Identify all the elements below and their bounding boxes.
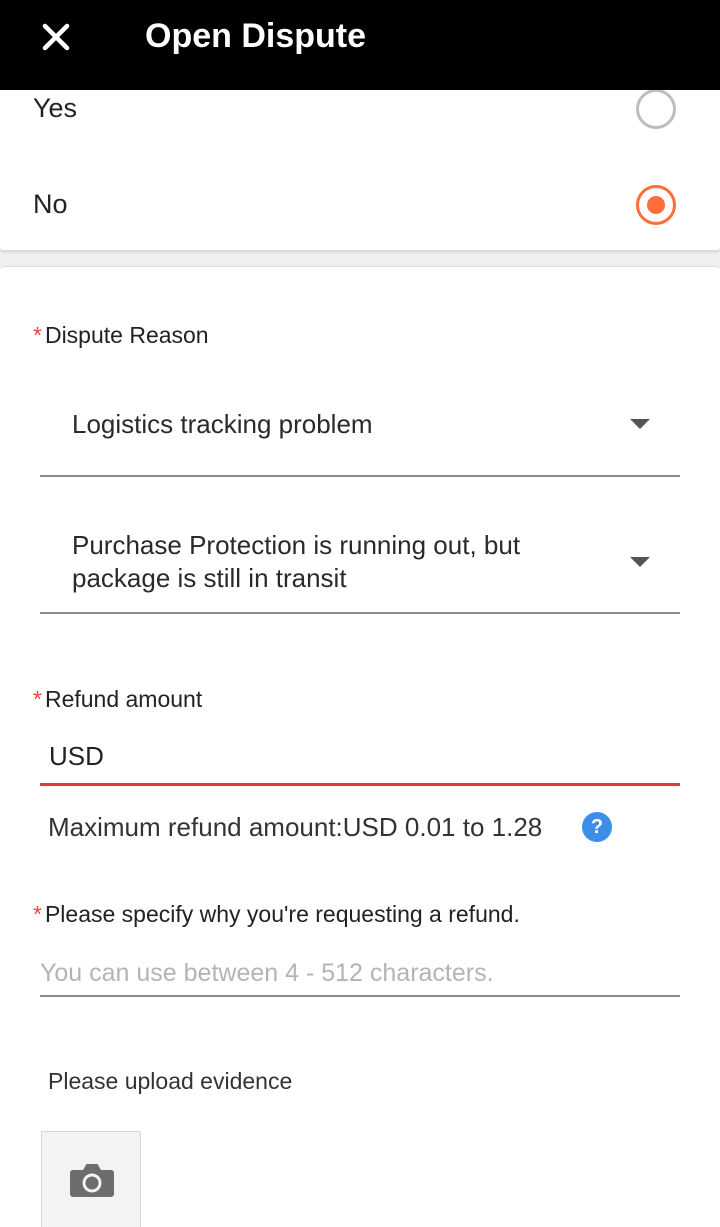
option-no[interactable]: No [0, 174, 720, 234]
upload-evidence-button[interactable] [41, 1131, 141, 1227]
refund-reason-placeholder: You can use between 4 - 512 characters. [40, 959, 494, 987]
radio-yes[interactable] [636, 89, 676, 129]
close-icon [42, 23, 70, 51]
help-icon[interactable]: ? [582, 812, 612, 842]
currency-prefix: USD [49, 741, 104, 771]
option-no-label: No [33, 189, 68, 219]
refund-amount-label-text: Refund amount [44, 686, 203, 712]
app-bar: Open Dispute [0, 0, 720, 90]
dispute-reason-label: * Dispute Reason [33, 321, 209, 349]
refund-reason-label-text: Please specify why you're requesting a r… [44, 901, 520, 927]
required-mark: * [33, 901, 42, 927]
required-mark: * [33, 322, 42, 348]
refund-amount-label: * Refund amount [33, 685, 202, 713]
refund-amount-input[interactable]: USD [40, 731, 680, 786]
dispute-reason-label-text: Dispute Reason [44, 322, 209, 348]
dispute-reason-value: Logistics tracking problem [72, 409, 373, 439]
max-refund-text: Maximum refund amount:USD 0.01 to 1.28 [48, 812, 543, 842]
refund-reason-input[interactable]: You can use between 4 - 512 characters. [40, 953, 680, 997]
required-mark: * [33, 686, 42, 712]
chevron-down-icon [630, 557, 650, 567]
radio-no[interactable] [636, 185, 676, 225]
received-options-card: Yes No [0, 89, 720, 250]
upload-evidence-label: Please upload evidence [48, 1068, 293, 1094]
page-title: Open Dispute [145, 17, 367, 55]
option-yes-label: Yes [33, 93, 78, 123]
camera-icon [70, 1164, 114, 1197]
close-button[interactable] [32, 13, 80, 61]
refund-reason-label: * Please specify why you're requesting a … [33, 900, 520, 928]
chevron-down-icon [630, 419, 650, 429]
dispute-subreason-value: Purchase Protection is running out, but … [72, 530, 521, 593]
dispute-subreason-select[interactable]: Purchase Protection is running out, but … [40, 475, 680, 614]
dispute-reason-select[interactable]: Logistics tracking problem [40, 377, 680, 477]
dispute-form: * Dispute Reason Logistics tracking probl… [0, 266, 720, 1227]
